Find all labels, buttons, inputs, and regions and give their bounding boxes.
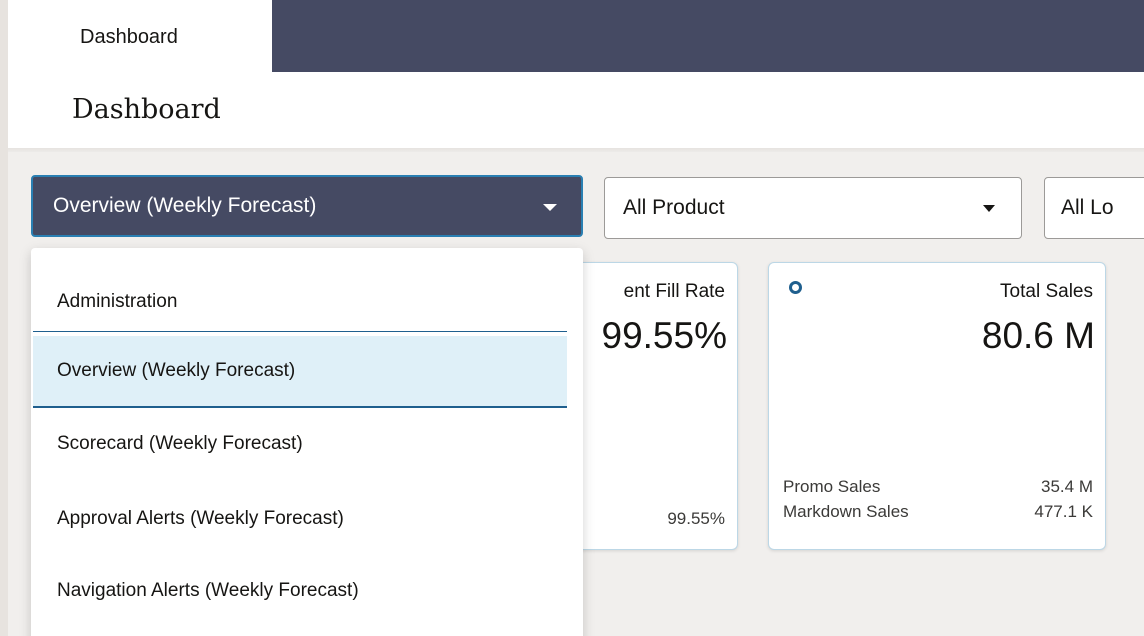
product-select-value: All Product — [623, 196, 725, 219]
dropdown-item-overview[interactable]: Overview (Weekly Forecast) — [33, 336, 567, 408]
markdown-sales-row: Markdown Sales 477.1 K — [783, 502, 1093, 522]
location-select-value: All Lo — [1061, 196, 1114, 219]
promo-sales-row: Promo Sales 35.4 M — [783, 477, 1093, 497]
left-rail — [0, 0, 8, 636]
total-sales-value: 80.6 M — [981, 315, 1095, 356]
location-select[interactable]: All Lo — [1044, 177, 1144, 239]
view-select[interactable]: Overview (Weekly Forecast) — [31, 175, 583, 237]
promo-sales-value: 35.4 M — [1041, 477, 1093, 496]
dropdown-item-approval-alerts[interactable]: Approval Alerts (Weekly Forecast) — [33, 489, 567, 549]
caret-down-icon — [983, 205, 995, 212]
product-select[interactable]: All Product — [604, 177, 1022, 239]
promo-sales-label: Promo Sales — [783, 477, 881, 496]
markdown-sales-value: 477.1 K — [1034, 502, 1093, 521]
fill-rate-metric-value: 99.55% — [667, 509, 725, 528]
dropdown-item-scorecard[interactable]: Scorecard (Weekly Forecast) — [33, 414, 567, 474]
radio-icon[interactable] — [789, 281, 802, 294]
tab-dashboard[interactable]: Dashboard — [8, 0, 272, 72]
caret-down-icon — [543, 204, 557, 211]
total-sales-title: Total Sales — [1000, 281, 1093, 302]
view-dropdown-menu: Administration Overview (Weekly Forecast… — [31, 248, 583, 636]
page-title: Dashboard — [72, 94, 221, 125]
fill-rate-title: ent Fill Rate — [623, 281, 725, 302]
dropdown-item-navigation-alerts[interactable]: Navigation Alerts (Weekly Forecast) — [33, 561, 567, 621]
markdown-sales-label: Markdown Sales — [783, 502, 909, 521]
total-sales-card[interactable]: Total Sales 80.6 M Promo Sales 35.4 M Ma… — [768, 262, 1106, 550]
view-select-value: Overview (Weekly Forecast) — [53, 194, 317, 217]
tab-dashboard-label: Dashboard — [80, 26, 178, 48]
dropdown-item-administration[interactable]: Administration — [33, 272, 567, 332]
fill-rate-value: 99.55% — [601, 315, 728, 356]
